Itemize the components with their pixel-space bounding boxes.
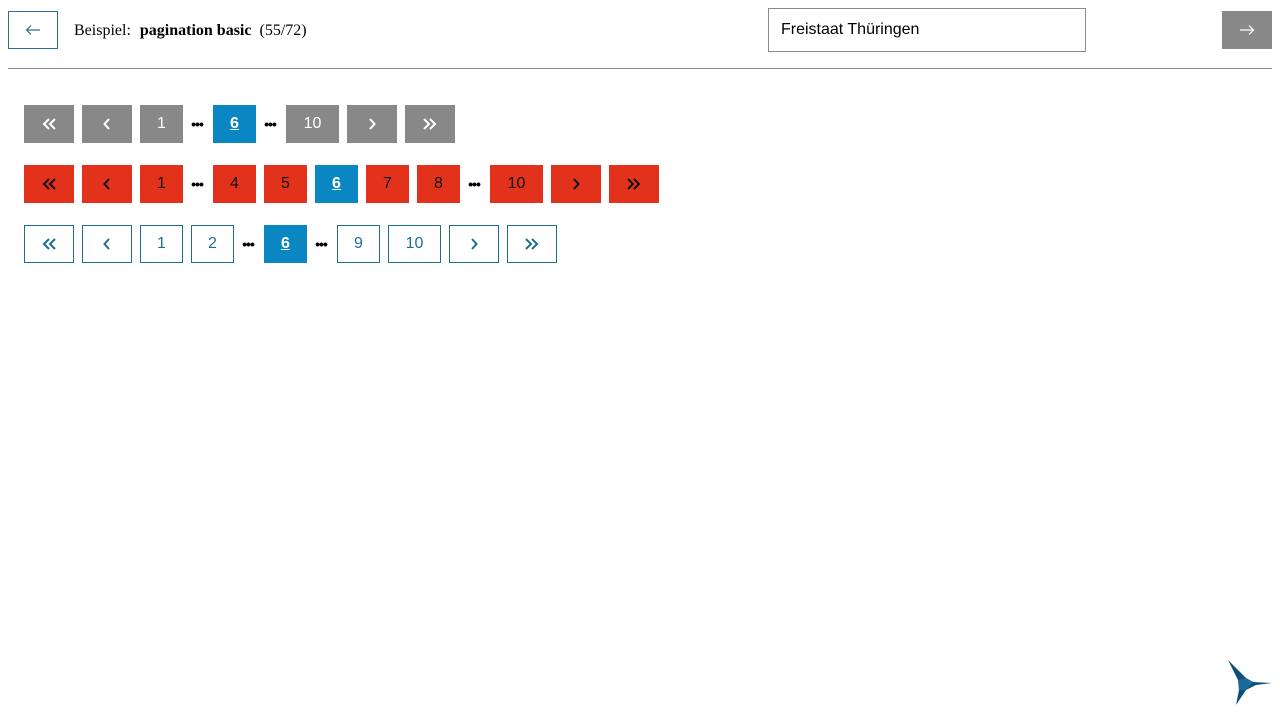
page-button-7[interactable]: 7 bbox=[366, 165, 409, 203]
page-button-1[interactable]: 1 bbox=[140, 225, 183, 263]
title-prefix: Beispiel: bbox=[74, 22, 131, 39]
pagination-ellipsis: ••• bbox=[264, 116, 277, 132]
title-counter: (55/72) bbox=[259, 22, 307, 39]
previous-page-button[interactable] bbox=[82, 105, 132, 143]
next-page-button[interactable] bbox=[551, 165, 601, 203]
double-chevron-right-icon bbox=[422, 117, 438, 131]
page-button-10[interactable]: 10 bbox=[388, 225, 441, 263]
last-page-button[interactable] bbox=[405, 105, 455, 143]
last-page-button[interactable] bbox=[507, 225, 557, 263]
page-button-1[interactable]: 1 bbox=[140, 105, 183, 143]
title-name: pagination basic bbox=[139, 22, 252, 39]
example-select[interactable]: Freistaat Thüringen bbox=[768, 8, 1086, 52]
page-button-current[interactable]: 6 bbox=[213, 105, 256, 143]
page-button-4[interactable]: 4 bbox=[213, 165, 256, 203]
pagination-ellipsis: ••• bbox=[191, 176, 204, 192]
pagination-ellipsis: ••• bbox=[191, 116, 204, 132]
pagination-ellipsis: ••• bbox=[315, 236, 328, 252]
first-page-button[interactable] bbox=[24, 165, 74, 203]
previous-page-button[interactable] bbox=[82, 225, 132, 263]
hummingbird-logo-icon bbox=[1228, 660, 1272, 705]
header-divider bbox=[8, 68, 1272, 69]
double-chevron-left-icon bbox=[41, 237, 57, 251]
page-button-10[interactable]: 10 bbox=[490, 165, 543, 203]
pagination-ellipsis: ••• bbox=[468, 176, 481, 192]
double-chevron-right-icon bbox=[524, 237, 540, 251]
next-page-button[interactable] bbox=[449, 225, 499, 263]
double-chevron-left-icon bbox=[41, 177, 57, 191]
double-chevron-left-icon bbox=[41, 117, 57, 131]
arrow-right-icon bbox=[1240, 25, 1255, 35]
first-page-button[interactable] bbox=[24, 225, 74, 263]
pagination-gray: 1 ••• 6 ••• 10 bbox=[24, 105, 463, 143]
arrow-left-icon bbox=[25, 25, 40, 35]
chevron-left-icon bbox=[102, 237, 112, 251]
first-page-button[interactable] bbox=[24, 105, 74, 143]
page-button-current[interactable]: 6 bbox=[264, 225, 307, 263]
double-chevron-right-icon bbox=[626, 177, 642, 191]
pagination-red: 1 ••• 4 5 6 7 8 ••• 10 bbox=[24, 165, 667, 203]
chevron-right-icon bbox=[571, 177, 581, 191]
pagination-outline: 1 2 ••• 6 ••• 9 10 bbox=[24, 225, 565, 263]
page-button-10[interactable]: 10 bbox=[286, 105, 339, 143]
next-button[interactable] bbox=[1222, 11, 1272, 49]
example-title: Beispiel: pagination basic (55/72) bbox=[74, 21, 307, 41]
page-button-2[interactable]: 2 bbox=[191, 225, 234, 263]
page-button-9[interactable]: 9 bbox=[337, 225, 380, 263]
page-button-5[interactable]: 5 bbox=[264, 165, 307, 203]
chevron-right-icon bbox=[469, 237, 479, 251]
previous-page-button[interactable] bbox=[82, 165, 132, 203]
chevron-left-icon bbox=[102, 177, 112, 191]
pagination-ellipsis: ••• bbox=[242, 236, 255, 252]
chevron-right-icon bbox=[367, 117, 377, 131]
page-button-1[interactable]: 1 bbox=[140, 165, 183, 203]
example-select-value: Freistaat Thüringen bbox=[781, 21, 920, 38]
page-button-8[interactable]: 8 bbox=[417, 165, 460, 203]
last-page-button[interactable] bbox=[609, 165, 659, 203]
next-page-button[interactable] bbox=[347, 105, 397, 143]
page-button-current[interactable]: 6 bbox=[315, 165, 358, 203]
back-button[interactable] bbox=[8, 11, 58, 49]
chevron-left-icon bbox=[102, 117, 112, 131]
